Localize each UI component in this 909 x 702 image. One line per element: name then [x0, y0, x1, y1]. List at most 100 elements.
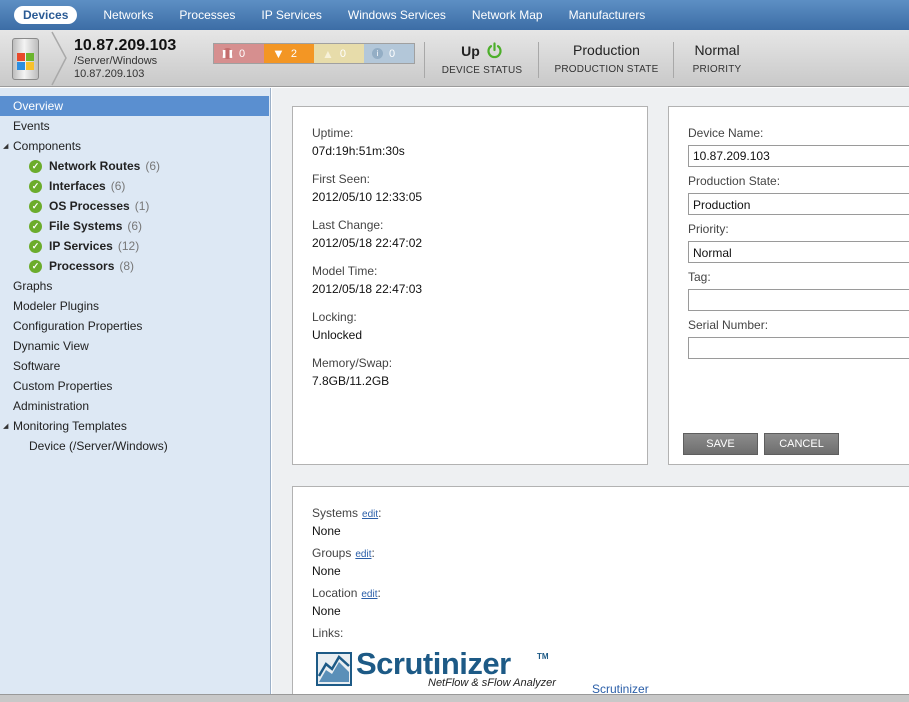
component-count: (6)	[110, 179, 126, 193]
sidebar-item-custom-properties[interactable]: Custom Properties	[0, 376, 269, 396]
top-nav: Devices Networks Processes IP Services W…	[0, 0, 909, 30]
production-state-value: Production	[573, 42, 640, 58]
main-content: Uptime: 07d:19h:51m:30s First Seen: 2012…	[272, 88, 909, 696]
sidebar-item-events[interactable]: Events	[0, 116, 269, 136]
systems-edit-link[interactable]: edit	[362, 509, 378, 520]
component-count: (8)	[119, 259, 135, 273]
sidebar-item-administration[interactable]: Administration	[0, 396, 269, 416]
location-edit-link[interactable]: edit	[361, 589, 377, 600]
error-events[interactable]: ▼ 2	[264, 44, 314, 63]
sidebar-item-label: Graphs	[13, 279, 53, 293]
tag-input[interactable]	[688, 289, 909, 311]
sidebar-item-label: Dynamic View	[13, 339, 89, 353]
warning-icon: ▲	[322, 46, 334, 61]
warning-count: 0	[339, 47, 347, 60]
warning-events[interactable]: ▲ 0	[314, 44, 364, 63]
priority: Normal PRIORITY	[682, 42, 752, 75]
model-time-label: Model Time:	[312, 264, 378, 278]
systems-value: None	[312, 524, 341, 538]
check-icon: ✓	[29, 199, 42, 213]
sidebar-item-configuration-properties[interactable]: Configuration Properties	[0, 316, 269, 336]
location-label: Location	[312, 586, 358, 600]
groups-value: None	[312, 564, 341, 578]
sidebar-item-monitoring-templates[interactable]: ◢ Monitoring Templates	[0, 416, 269, 436]
event-severity-rainbow[interactable]: ❚❚ 0 ▼ 2 ▲ 0 i 0	[213, 43, 415, 64]
tab-networks[interactable]: Networks	[103, 8, 153, 22]
critical-count: 0	[239, 47, 246, 60]
device-name-label: Device Name:	[688, 126, 764, 140]
component-name: IP Services	[49, 239, 113, 253]
tab-devices[interactable]: Devices	[14, 6, 78, 24]
systems-colon: :	[378, 506, 382, 520]
groups-edit-link[interactable]: edit	[355, 549, 371, 560]
locking-label: Locking:	[312, 310, 357, 324]
sidebar-item-label: Monitoring Templates	[13, 419, 127, 433]
last-change-label: Last Change:	[312, 218, 384, 232]
location-value: None	[312, 604, 341, 618]
divider	[673, 42, 674, 78]
info-events[interactable]: i 0	[364, 44, 414, 63]
check-icon: ✓	[29, 239, 42, 253]
info-icon: i	[372, 48, 383, 59]
production-state-select[interactable]: Production	[688, 193, 909, 215]
info-count: 0	[389, 47, 396, 60]
groups-label: Groups	[312, 546, 352, 560]
component-count: (12)	[117, 239, 140, 253]
model-time-value: 2012/05/18 22:47:03	[312, 282, 423, 296]
check-icon: ✓	[29, 179, 42, 193]
check-icon: ✓	[29, 219, 42, 233]
tab-windows-services[interactable]: Windows Services	[348, 8, 446, 22]
tab-processes[interactable]: Processes	[179, 8, 235, 22]
device-ip-title: 10.87.209.103	[74, 37, 177, 54]
location-colon: :	[377, 586, 381, 600]
sidebar-item-label: Custom Properties	[13, 379, 113, 393]
memory-label: Memory/Swap:	[312, 356, 393, 370]
component-network-routes[interactable]: ✓ Network Routes (6)	[0, 156, 269, 176]
windows-server-icon	[12, 38, 39, 80]
component-processors[interactable]: ✓ Processors (8)	[0, 256, 269, 276]
uptime-value: 07d:19h:51m:30s	[312, 144, 405, 158]
device-edit-panel: Device Name: Production State: Productio…	[668, 106, 909, 465]
error-icon: ▼	[272, 46, 285, 61]
links-label: Links:	[312, 626, 344, 640]
cancel-button[interactable]: CANCEL	[764, 433, 839, 455]
last-change-value: 2012/05/18 22:47:02	[312, 236, 423, 250]
expand-triangle-icon[interactable]: ◢	[3, 142, 8, 150]
component-ip-services[interactable]: ✓ IP Services (12)	[0, 236, 269, 256]
sidebar-item-modeler-plugins[interactable]: Modeler Plugins	[0, 296, 269, 316]
tab-ip-services[interactable]: IP Services	[261, 8, 321, 22]
device-name-input[interactable]	[688, 145, 909, 167]
check-icon: ✓	[29, 159, 42, 173]
tab-manufacturers[interactable]: Manufacturers	[569, 8, 646, 22]
critical-events[interactable]: ❚❚ 0	[214, 44, 264, 63]
component-file-systems[interactable]: ✓ File Systems (6)	[0, 216, 269, 236]
device-status-value: Up	[461, 42, 480, 59]
scrutinizer-logo[interactable]: Scrutinizer TM NetFlow & sFlow Analyzer	[312, 644, 592, 694]
production-state-field-label: Production State:	[688, 174, 781, 188]
groups-colon: :	[371, 546, 375, 560]
expand-triangle-icon[interactable]: ◢	[3, 422, 8, 430]
serial-number-input[interactable]	[688, 337, 909, 359]
component-interfaces[interactable]: ✓ Interfaces (6)	[0, 176, 269, 196]
uptime-label: Uptime:	[312, 126, 354, 140]
component-count: (6)	[145, 159, 161, 173]
device-class-path[interactable]: /Server/Windows	[74, 55, 157, 67]
sidebar-item-device-template[interactable]: Device (/Server/Windows)	[0, 436, 269, 456]
save-button[interactable]: SAVE	[683, 433, 758, 455]
priority-select[interactable]: Normal	[688, 241, 909, 263]
sidebar-item-graphs[interactable]: Graphs	[0, 276, 269, 296]
priority-label: PRIORITY	[692, 64, 742, 75]
tab-network-map[interactable]: Network Map	[472, 8, 543, 22]
sidebar-item-dynamic-view[interactable]: Dynamic View	[0, 336, 269, 356]
device-status-label: DEVICE STATUS	[441, 65, 523, 76]
sidebar-item-software[interactable]: Software	[0, 356, 269, 376]
component-name: Processors	[49, 259, 115, 273]
sidebar-item-overview[interactable]: Overview	[0, 96, 269, 116]
power-icon	[487, 42, 502, 59]
component-os-processes[interactable]: ✓ OS Processes (1)	[0, 196, 269, 216]
logo-subtitle: NetFlow & sFlow Analyzer	[428, 677, 556, 689]
sidebar-item-components[interactable]: ◢ Components	[0, 136, 269, 156]
sidebar-item-label: Administration	[13, 399, 90, 413]
device-header: 10.87.209.103 /Server/Windows 10.87.209.…	[0, 30, 909, 87]
sidebar-item-label: Events	[13, 119, 50, 133]
